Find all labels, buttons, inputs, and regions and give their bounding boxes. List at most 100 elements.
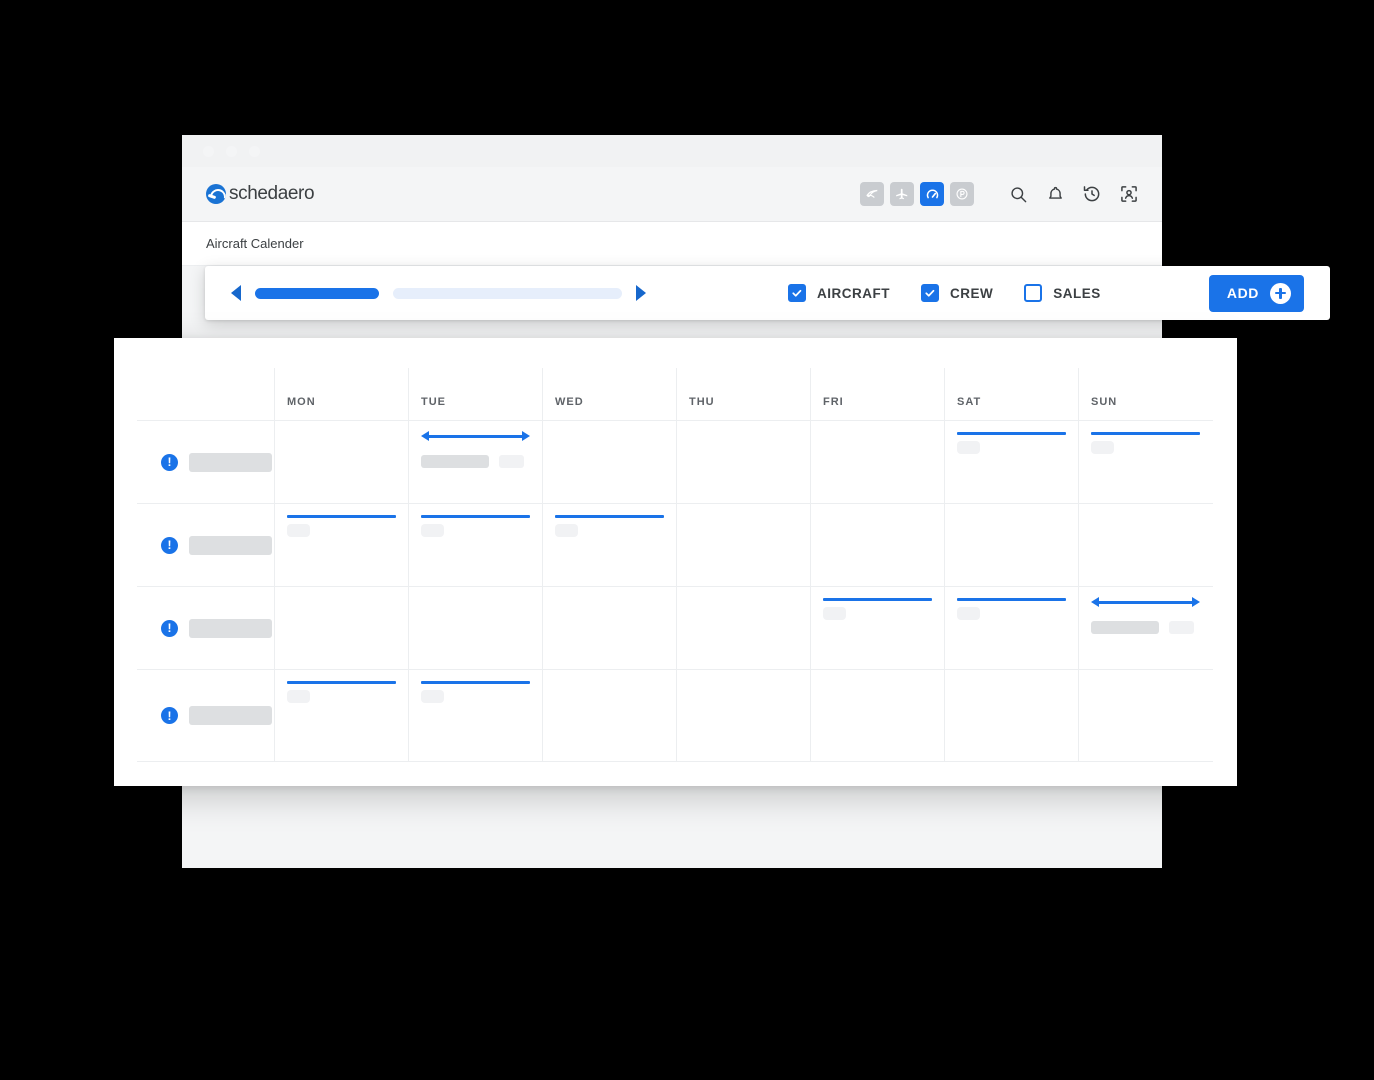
cell-sat[interactable] (944, 670, 1078, 761)
day-label: SAT (957, 396, 982, 408)
window-close-dot[interactable] (203, 145, 214, 157)
cell-tue[interactable] (408, 504, 542, 586)
bell-icon[interactable] (1042, 181, 1068, 207)
day-label: SUN (1091, 396, 1118, 408)
event-line[interactable] (1091, 432, 1200, 435)
calendar-header-row: MON TUE WED THU FRI SAT SUN (137, 368, 1213, 421)
search-icon[interactable] (1005, 181, 1031, 207)
day-label: THU (689, 396, 715, 408)
pager-progress-filled[interactable] (255, 287, 379, 299)
cell-thu[interactable] (676, 587, 810, 669)
row-label-cell[interactable]: ! (137, 587, 274, 669)
table-row: ! (137, 504, 1213, 587)
event-line[interactable] (421, 515, 530, 518)
calendar-grid: MON TUE WED THU FRI SAT SUN ! ! ! ! (137, 368, 1213, 768)
checkbox-sales[interactable] (1024, 284, 1043, 302)
plus-icon (1270, 282, 1291, 304)
filter-crew[interactable]: CREW (921, 284, 993, 302)
event-line[interactable] (957, 598, 1066, 601)
alert-icon[interactable]: ! (161, 707, 178, 724)
cell-thu[interactable] (676, 421, 810, 503)
gauge-icon[interactable] (920, 182, 944, 206)
cell-mon[interactable] (274, 670, 408, 761)
cell-sun[interactable] (1078, 504, 1212, 586)
pager-progress-empty[interactable] (393, 287, 622, 299)
event-line[interactable] (957, 432, 1066, 435)
cell-wed[interactable] (542, 421, 676, 503)
event-detail (421, 455, 530, 468)
filter-sales[interactable]: SALES (1024, 284, 1101, 302)
row-name-placeholder (189, 535, 272, 555)
row-name-placeholder (189, 452, 272, 472)
user-frame-icon[interactable] (1116, 181, 1142, 207)
filter-label-aircraft: AIRCRAFT (817, 285, 890, 301)
cell-sat[interactable] (944, 587, 1078, 669)
header-toolbar (860, 181, 1142, 207)
cell-tue[interactable] (408, 421, 542, 503)
add-button-label: ADD (1226, 285, 1259, 301)
window-title-bar (182, 135, 1162, 167)
day-header-thu: THU (676, 368, 810, 420)
cell-mon[interactable] (274, 421, 408, 503)
add-button[interactable]: ADD (1208, 274, 1304, 312)
arrow-right-head-icon (1192, 596, 1200, 607)
row-label-cell[interactable]: ! (137, 670, 274, 761)
breadcrumb[interactable]: Aircraft Calender (206, 236, 304, 251)
event-line[interactable] (287, 681, 396, 684)
checkbox-crew[interactable] (921, 284, 939, 302)
cell-fri[interactable] (810, 421, 944, 503)
event-time-placeholder (823, 607, 846, 620)
cell-sat[interactable] (944, 504, 1078, 586)
day-label: FRI (823, 396, 844, 408)
cell-thu[interactable] (676, 670, 810, 761)
cell-sun[interactable] (1078, 421, 1212, 503)
event-line[interactable] (555, 515, 664, 518)
row-label-cell[interactable]: ! (137, 504, 274, 586)
window-minimize-dot[interactable] (226, 145, 237, 157)
event-line[interactable] (823, 598, 932, 601)
alert-icon[interactable]: ! (161, 453, 178, 471)
app-header: schedaero (182, 167, 1162, 222)
alert-icon[interactable]: ! (161, 619, 178, 637)
cell-sun[interactable] (1078, 670, 1212, 761)
cell-mon[interactable] (274, 587, 408, 669)
cell-wed[interactable] (542, 587, 676, 669)
day-label: MON (287, 396, 316, 408)
filter-aircraft[interactable]: AIRCRAFT (788, 284, 890, 302)
cell-thu[interactable] (676, 504, 810, 586)
cell-fri[interactable] (810, 587, 944, 669)
window-maximize-dot[interactable] (249, 145, 260, 157)
parking-icon[interactable] (950, 182, 974, 206)
cell-wed[interactable] (542, 504, 676, 586)
cell-sat[interactable] (944, 421, 1078, 503)
alert-icon[interactable]: ! (161, 536, 178, 554)
cell-fri[interactable] (810, 504, 944, 586)
event-time-placeholder (957, 441, 980, 454)
pager-next-arrow-icon[interactable] (636, 285, 646, 301)
swoosh-icon[interactable] (860, 182, 884, 206)
cell-fri[interactable] (810, 670, 944, 761)
day-header-sat: SAT (944, 368, 1078, 420)
cell-tue[interactable] (408, 587, 542, 669)
event-line[interactable] (421, 681, 530, 684)
event-arrow[interactable] (1091, 596, 1200, 608)
cell-mon[interactable] (274, 504, 408, 586)
cell-tue[interactable] (408, 670, 542, 761)
event-line[interactable] (287, 515, 396, 518)
day-header-sun: SUN (1078, 368, 1212, 420)
filter-group: AIRCRAFT CREW SALES (788, 284, 1101, 302)
history-icon[interactable] (1079, 181, 1105, 207)
cell-wed[interactable] (542, 670, 676, 761)
pager-prev-arrow-icon[interactable] (231, 285, 241, 301)
checkbox-aircraft[interactable] (788, 284, 806, 302)
brand-logo[interactable]: schedaero (206, 183, 315, 205)
arrow-shaft (427, 434, 524, 438)
airplane-icon[interactable] (890, 182, 914, 206)
event-detail-row (421, 455, 530, 468)
table-row: ! (137, 587, 1213, 670)
calendar-toolbar: AIRCRAFT CREW SALES ADD (205, 266, 1330, 320)
cell-sun[interactable] (1078, 587, 1212, 669)
event-arrow[interactable] (421, 430, 530, 442)
row-label-cell[interactable]: ! (137, 421, 274, 503)
row-name-placeholder (189, 618, 272, 638)
